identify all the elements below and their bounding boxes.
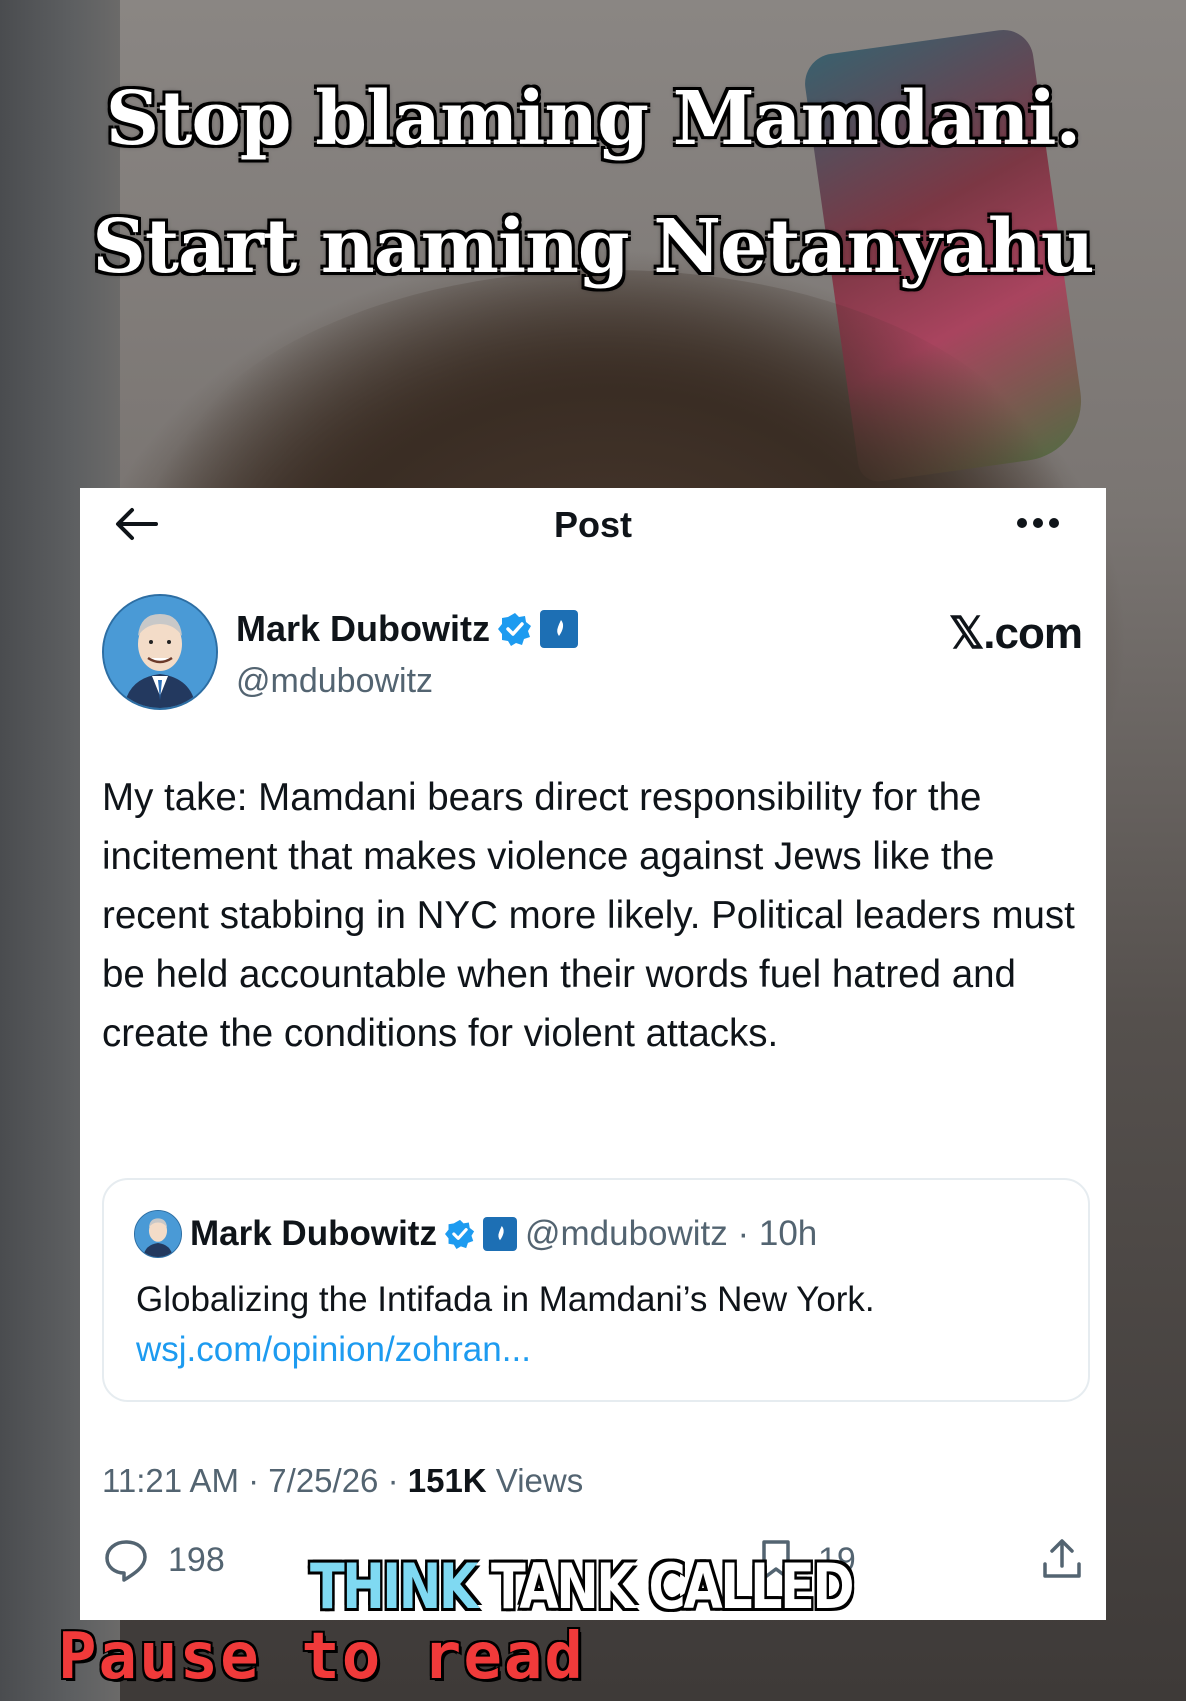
page-title: Post [553, 504, 632, 545]
verified-badge-icon [444, 1219, 475, 1249]
affiliate-badge-icon [482, 1217, 517, 1251]
quoted-handle-time: @mdubowitz · 10h [524, 1214, 818, 1253]
post-header: Post [80, 488, 1106, 562]
caption-word-1: THINK [310, 1550, 478, 1623]
views-label: Views [486, 1462, 584, 1499]
reply-icon [105, 1540, 147, 1582]
quoted-link[interactable]: wsj.com/opinion/zohran... [136, 1330, 531, 1370]
headline-line-2: Start naming Netanyahu [92, 204, 1094, 290]
pause-to-read-label: Pause to read [58, 1620, 585, 1694]
headline-overlay: Stop blaming Mamdani. Start naming Netan… [0, 55, 1186, 311]
author-name[interactable]: Mark Dubowitz [236, 608, 490, 650]
post-timestamp[interactable]: 11:21 AM · 7/25/26 · [102, 1462, 408, 1499]
caption-word-2: TANK CALLED [491, 1550, 855, 1623]
reply-button[interactable]: 198 [102, 1536, 225, 1584]
quoted-post[interactable]: Mark Dubowitz @mdubowitz · 10h Globalizi… [102, 1178, 1090, 1402]
share-icon [1043, 1539, 1081, 1578]
quoted-author-name: Mark Dubowitz [190, 1214, 437, 1253]
affiliate-badge-icon[interactable] [540, 610, 579, 648]
post-card: Post Mark Dubowitz @mdubowitz 𝕏.com My t… [80, 488, 1106, 1620]
quoted-text: Globalizing the Intifada in Mamdani’s Ne… [136, 1280, 875, 1319]
headline-line-1: Stop blaming Mamdani. [105, 76, 1082, 162]
author-handle[interactable]: @mdubowitz [236, 662, 433, 701]
reply-count: 198 [168, 1540, 225, 1579]
share-button[interactable] [1038, 1536, 1086, 1584]
verified-badge-icon [498, 613, 532, 646]
quoted-avatar [134, 1210, 182, 1258]
more-horizontal-icon[interactable] [1016, 516, 1060, 530]
x-com-watermark: 𝕏.com [948, 609, 1083, 658]
avatar[interactable] [102, 594, 218, 710]
caption-overlay: THINK TANK CALLED [310, 1550, 855, 1623]
post-text: My take: Mamdani bears direct responsibi… [102, 776, 1075, 1055]
views-count: 151K [407, 1462, 487, 1499]
post-metadata: 11:21 AM · 7/25/26 · 151K Views [102, 1462, 583, 1500]
post-author: Mark Dubowitz @mdubowitz 𝕏.com [102, 594, 1083, 710]
